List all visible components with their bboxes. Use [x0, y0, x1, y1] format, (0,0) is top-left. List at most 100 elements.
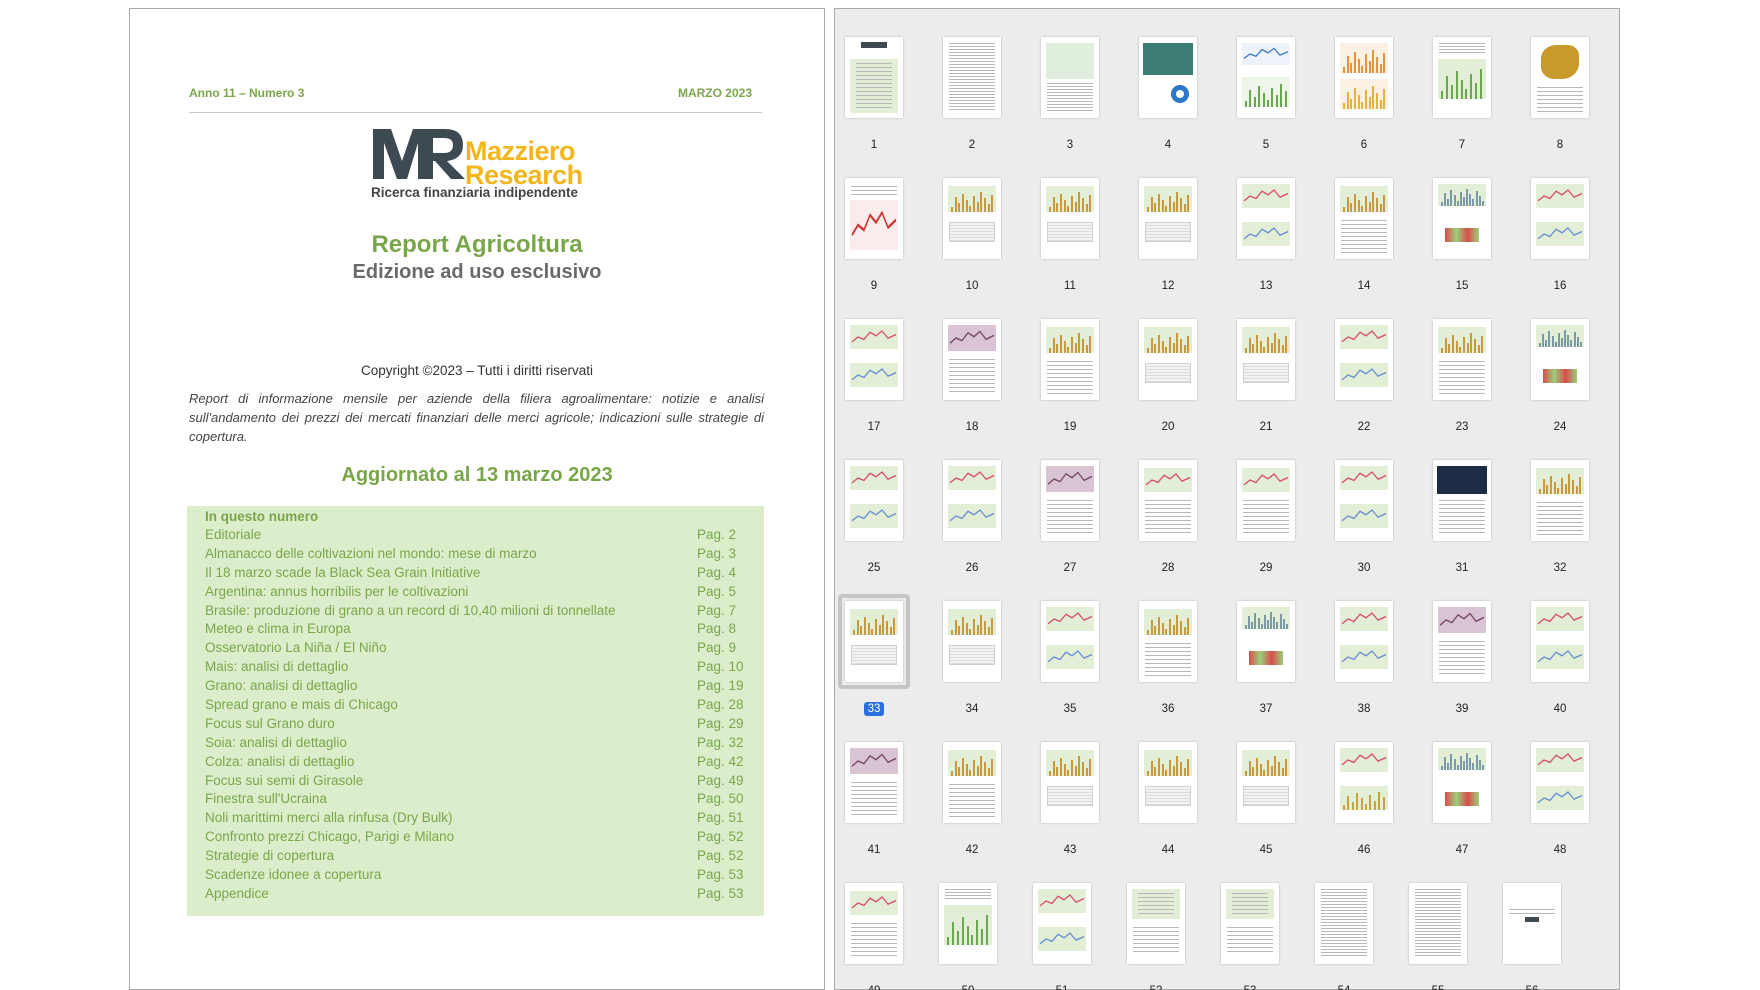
page-thumbnail[interactable]: 15 [1426, 158, 1498, 292]
page-thumbnail[interactable]: 24 [1524, 299, 1596, 433]
page-thumbnail[interactable]: 31 [1426, 440, 1498, 574]
thumb-chart-bar [951, 770, 953, 776]
page-thumbnail[interactable]: 16 [1524, 158, 1596, 292]
page-thumbnail[interactable]: 9 [838, 158, 910, 292]
page-thumbnail[interactable]: 25 [838, 440, 910, 574]
thumb-chart-bar [1169, 759, 1171, 776]
thumb-chart-box [850, 466, 898, 490]
toc-item[interactable]: Editoriale Pag. 2 [205, 525, 764, 544]
toc-item[interactable]: Almanacco delle coltivazioni nel mondo: … [205, 544, 764, 563]
page-thumbnail[interactable]: 37 [1230, 581, 1302, 715]
thumb-text-line [949, 383, 995, 384]
page-thumbnail[interactable]: 46 [1328, 722, 1400, 856]
page-thumbnail[interactable]: 29 [1230, 440, 1302, 574]
page-thumbnail[interactable]: 7 [1426, 17, 1498, 151]
thumb-chart-bar [1263, 615, 1266, 629]
page-thumbnail[interactable]: 51 [1026, 863, 1098, 990]
page-thumbnail[interactable]: 54 [1308, 863, 1380, 990]
page-thumbnail[interactable]: 22 [1328, 299, 1400, 433]
page-thumbnail[interactable]: 5 [1230, 17, 1302, 151]
thumb-text-line [1232, 901, 1268, 902]
toc-item[interactable]: Meteo e clima in Europa Pag. 8 [205, 619, 764, 638]
page-thumbnail[interactable]: 14 [1328, 158, 1400, 292]
toc-item[interactable]: Noli marittimi merci alla rinfusa (Dry B… [205, 808, 764, 827]
thumb-chart-bar [1270, 612, 1273, 629]
page-thumbnail[interactable]: 12 [1132, 158, 1204, 292]
thumb-text-line [856, 87, 892, 88]
thumb-chart-box [1242, 750, 1290, 776]
page-thumbnail[interactable]: 4 [1132, 17, 1204, 151]
toc-item[interactable]: Appendice Pag. 53 [205, 884, 764, 903]
page-thumbnail[interactable]: 40 [1524, 581, 1596, 715]
page-thumbnail[interactable]: 8 [1524, 17, 1596, 151]
toc-item[interactable]: Focus sui semi di Girasole Pag. 49 [205, 771, 764, 790]
page-thumbnail[interactable]: 56 [1496, 863, 1568, 990]
thumb-chart-bar [1474, 339, 1476, 353]
page-thumbnail[interactable]: 19 [1034, 299, 1106, 433]
thumb-chart-bar [1372, 86, 1375, 109]
thumb-line-chart [1537, 791, 1583, 804]
toc-item[interactable]: Soia: analisi di dettaglio Pag. 32 [205, 733, 764, 752]
page-thumbnail[interactable]: 48 [1524, 722, 1596, 856]
thumb-chart-bar [1361, 65, 1364, 73]
page-thumbnail[interactable]: 44 [1132, 722, 1204, 856]
page-thumbnail[interactable]: 17 [838, 299, 910, 433]
toc-item[interactable]: Brasile: produzione di grano a un record… [205, 601, 764, 620]
page-thumbnail[interactable]: 47 [1426, 722, 1498, 856]
page-thumbnail[interactable]: 30 [1328, 440, 1400, 574]
page-thumbnail[interactable]: 33 [838, 581, 910, 716]
page-thumbnail[interactable]: 26 [936, 440, 1008, 574]
page-thumbnail[interactable]: 49 [838, 863, 910, 990]
page-thumbnail[interactable]: 32 [1524, 440, 1596, 574]
page-thumbnail[interactable]: 34 [936, 581, 1008, 715]
page-number: 12 [1161, 280, 1175, 292]
toc-item[interactable]: Spread grano e mais di Chicago Pag. 28 [205, 695, 764, 714]
toc-item[interactable]: Mais: analisi di dettaglio Pag. 10 [205, 657, 764, 676]
page-thumbnail[interactable]: 27 [1034, 440, 1106, 574]
page-thumbnail[interactable]: 6 [1328, 17, 1400, 151]
page-thumbnail[interactable]: 28 [1132, 440, 1204, 574]
toc-item[interactable]: Strategie di copertura Pag. 52 [205, 846, 764, 865]
page-thumbnail[interactable]: 2 [936, 17, 1008, 151]
page-thumbnail[interactable]: 50 [932, 863, 1004, 990]
page-thumbnail[interactable]: 13 [1230, 158, 1302, 292]
toc-item[interactable]: Finestra sull'Ucraina Pag. 50 [205, 789, 764, 808]
thumb-text-line [1145, 651, 1191, 652]
thumb-chart-bar [1351, 801, 1354, 810]
page-thumbnail[interactable]: 18 [936, 299, 1008, 433]
toc-item[interactable]: Grano: analisi di dettaglio Pag. 19 [205, 676, 764, 695]
page-thumbnail[interactable]: 45 [1230, 722, 1302, 856]
toc-item[interactable]: Argentina: annus horribilis per le colti… [205, 582, 764, 601]
page-thumbnail[interactable]: 42 [936, 722, 1008, 856]
toc-item[interactable]: Il 18 marzo scade la Black Sea Grain Ini… [205, 563, 764, 582]
page-thumbnail[interactable]: 41 [838, 722, 910, 856]
page-number-label: 41 [838, 844, 910, 856]
page-number: 26 [965, 562, 979, 574]
thumb-line-chart [1341, 753, 1387, 766]
toc-item[interactable]: Scadenze idonee a copertura Pag. 53 [205, 865, 764, 884]
page-thumbnail[interactable]: 11 [1034, 158, 1106, 292]
page-thumbnail[interactable]: 10 [936, 158, 1008, 292]
thumb-chart-bar [954, 761, 957, 776]
page-thumbnail[interactable]: 21 [1230, 299, 1302, 433]
page-thumbnail[interactable]: 55 [1402, 863, 1474, 990]
page-thumbnail[interactable]: 52 [1120, 863, 1192, 990]
page-thumbnail[interactable]: 43 [1034, 722, 1106, 856]
page-thumbnail[interactable]: 38 [1328, 581, 1400, 715]
toc-item[interactable]: Confronto prezzi Chicago, Parigi e Milan… [205, 827, 764, 846]
page-thumbnail-grid[interactable]: 1 2 3 4 5 6 7 8 9 10 11 12 13 14 15 16 17 18 19 20 21 22 23 24 2… [834, 8, 1620, 990]
toc-item[interactable]: Focus sul Grano duro Pag. 29 [205, 714, 764, 733]
thumb-text-line [851, 939, 897, 940]
page-thumbnail[interactable]: 36 [1132, 581, 1204, 715]
page-thumbnail[interactable]: 3 [1034, 17, 1106, 151]
toc-item[interactable]: Osservatorio La Niña / El Niño Pag. 9 [205, 638, 764, 657]
page-thumbnail[interactable]: 53 [1214, 863, 1286, 990]
page-thumbnail[interactable]: 20 [1132, 299, 1204, 433]
toc-item[interactable]: Colza: analisi di dettaglio Pag. 42 [205, 752, 764, 771]
page-thumbnail[interactable]: 35 [1034, 581, 1106, 715]
page-thumbnail[interactable]: 23 [1426, 299, 1498, 433]
page-thumbnail[interactable]: 39 [1426, 581, 1498, 715]
thumb-chart-bar [1481, 335, 1484, 353]
page-thumbnail[interactable]: 1 [838, 17, 910, 151]
thumb-text-line [1145, 520, 1191, 521]
